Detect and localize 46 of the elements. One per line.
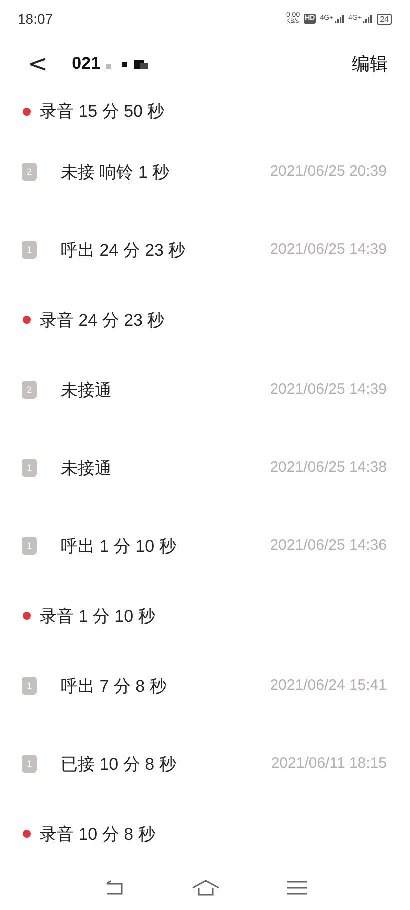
- battery-icon: 24: [377, 14, 392, 25]
- call-time: 2021/06/25 14:38: [270, 458, 387, 478]
- call-time: 2021/06/11 18:15: [271, 754, 387, 774]
- status-time: 18:07: [18, 10, 54, 29]
- call-label: 未接通: [61, 380, 113, 402]
- redaction-drawing: [106, 58, 150, 70]
- call-label: 未接通: [61, 458, 113, 480]
- recording-row[interactable]: 录音 15 分 50 秒: [0, 90, 410, 134]
- call-row[interactable]: 1 未接通 2021/06/25 14:38: [0, 429, 410, 508]
- call-time: 2021/06/25 14:39: [270, 240, 387, 260]
- sim-icon: 1: [22, 537, 37, 556]
- recording-label: 录音 24 分 23 秒: [40, 310, 165, 332]
- call-label: 呼出 24 分 23 秒: [61, 240, 187, 262]
- sim-icon: 1: [22, 755, 37, 774]
- sim-icon: 1: [22, 241, 37, 260]
- recording-row[interactable]: 录音 10 分 8 秒: [0, 803, 410, 866]
- call-row[interactable]: 1 呼出 1 分 10 秒 2021/06/25 14:36: [0, 507, 410, 586]
- menu-icon[interactable]: [286, 880, 307, 896]
- call-row[interactable]: 1 已接 10 分 8 秒 2021/06/11 18:15: [0, 725, 410, 804]
- recording-row[interactable]: 录音 24 分 23 秒: [0, 289, 410, 352]
- call-row[interactable]: 2 未接通 2021/06/25 14:39: [0, 351, 410, 430]
- signal-icon: [334, 15, 345, 24]
- call-label: 已接 10 分 8 秒: [61, 754, 178, 776]
- edit-button[interactable]: 编辑: [352, 50, 388, 78]
- recording-label: 录音 15 分 50 秒: [40, 101, 165, 124]
- back-button[interactable]: <: [28, 52, 48, 76]
- sim-icon: 1: [22, 677, 37, 696]
- contact-number: 021: [72, 53, 100, 76]
- recording-label: 录音 10 分 8 秒: [40, 824, 156, 846]
- call-row[interactable]: 2 未接 响铃 1 秒 2021/06/25 20:39: [0, 133, 410, 212]
- sim-icon: 1: [22, 459, 37, 478]
- recording-row[interactable]: 录音 1 分 10 秒: [0, 585, 410, 648]
- call-time: 2021/06/24 15:41: [270, 676, 387, 696]
- recording-label: 录音 1 分 10 秒: [40, 606, 156, 628]
- call-time: 2021/06/25 20:39: [270, 162, 387, 182]
- home-icon[interactable]: [192, 878, 220, 897]
- call-label: 呼出 1 分 10 秒: [61, 536, 178, 558]
- sim-icon: 2: [22, 163, 37, 182]
- call-row[interactable]: 1 呼出 24 分 23 秒 2021/06/25 14:39: [0, 211, 410, 290]
- call-row[interactable]: 1 呼出 7 分 8 秒 2021/06/24 15:41: [0, 647, 410, 726]
- call-time: 2021/06/25 14:36: [270, 536, 387, 556]
- call-label: 未接 响铃 1 秒: [61, 162, 171, 184]
- sim-icon: 2: [22, 381, 37, 400]
- call-label: 呼出 7 分 8 秒: [61, 676, 168, 698]
- signal-icon: [363, 15, 374, 24]
- call-time: 2021/06/25 14:39: [270, 380, 387, 400]
